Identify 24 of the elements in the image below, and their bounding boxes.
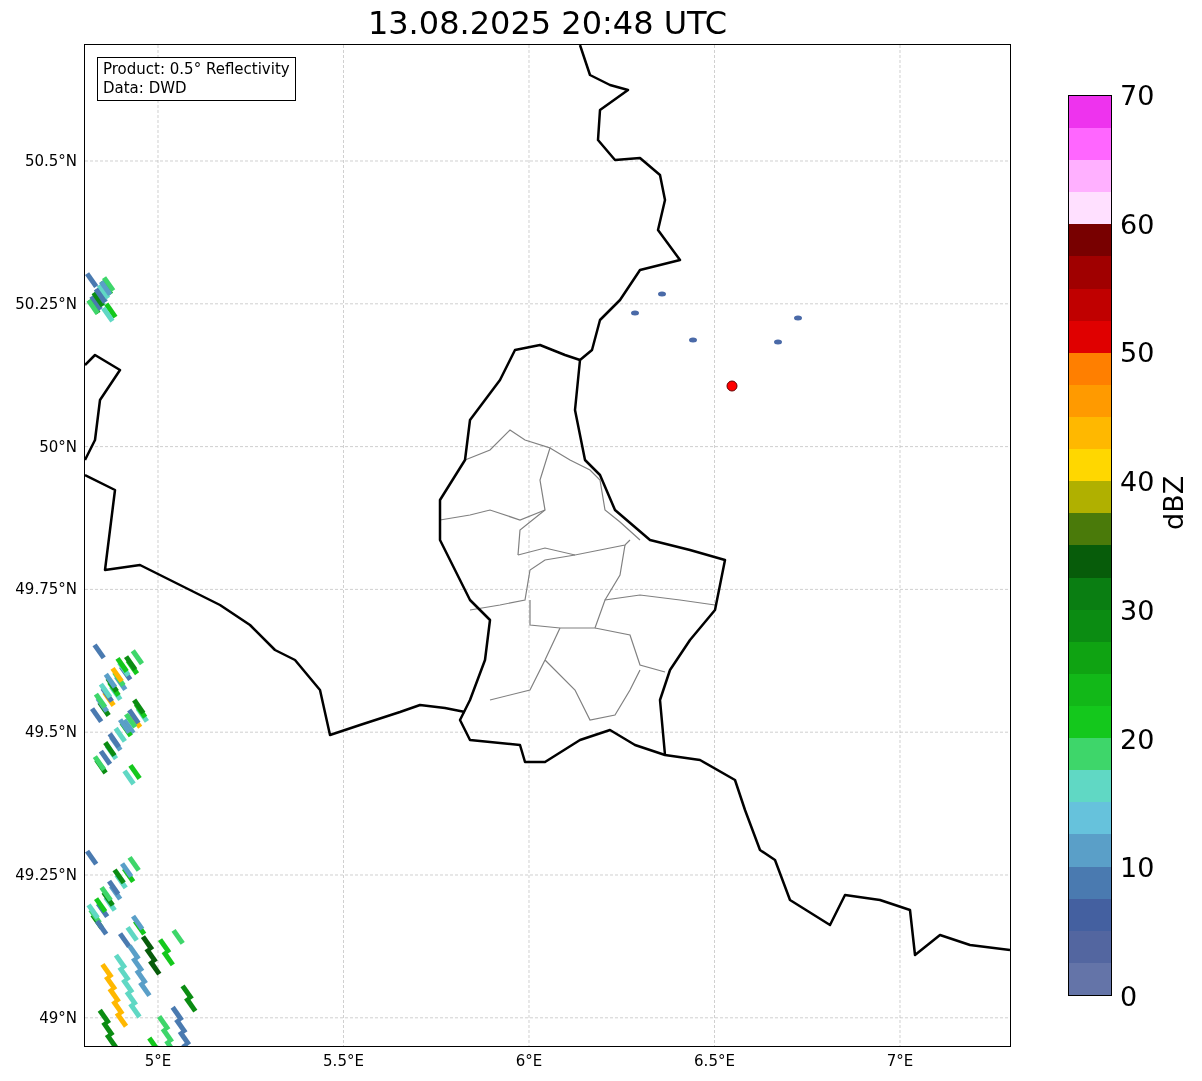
longitude-label: 5.5°E — [323, 1052, 364, 1070]
colorbar-tick-label: 0 — [1120, 980, 1138, 1012]
latitude-label: 50°N — [39, 437, 77, 456]
colorbar-tick-label: 10 — [1120, 851, 1155, 883]
longitude-label: 6.5°E — [694, 1052, 735, 1070]
info-text: Product: 0.5° Reflectivity — [103, 60, 290, 79]
colorbar-tick-label: 20 — [1120, 723, 1155, 754]
longitude-label: 7°E — [886, 1052, 914, 1070]
latitude-label: 49°N — [39, 1008, 77, 1027]
chart-title: 13.08.2025 20:48 UTC — [366, 4, 729, 42]
latitude-label: 49.75°N — [15, 580, 77, 599]
colorbar-tick-label: 30 — [1120, 594, 1155, 626]
colorbar-tick-label: 60 — [1120, 208, 1155, 240]
info-text: Data: DWD — [103, 79, 188, 98]
colorbar-tick-label: 40 — [1120, 465, 1155, 497]
colorbar-label: dBZ — [1158, 475, 1189, 530]
latitude-label: 50.5°N — [24, 152, 77, 170]
longitude-label: 5°E — [144, 1052, 172, 1070]
latitude-label: 49.5°N — [24, 723, 77, 742]
colorbar-tick-label: 50 — [1120, 336, 1155, 368]
latitude-label: 49.25°N — [15, 866, 77, 884]
latitude-label: 50.25°N — [15, 294, 77, 313]
longitude-label: 6°E — [515, 1052, 543, 1070]
colorbar-tick-label: 70 — [1120, 79, 1155, 111]
